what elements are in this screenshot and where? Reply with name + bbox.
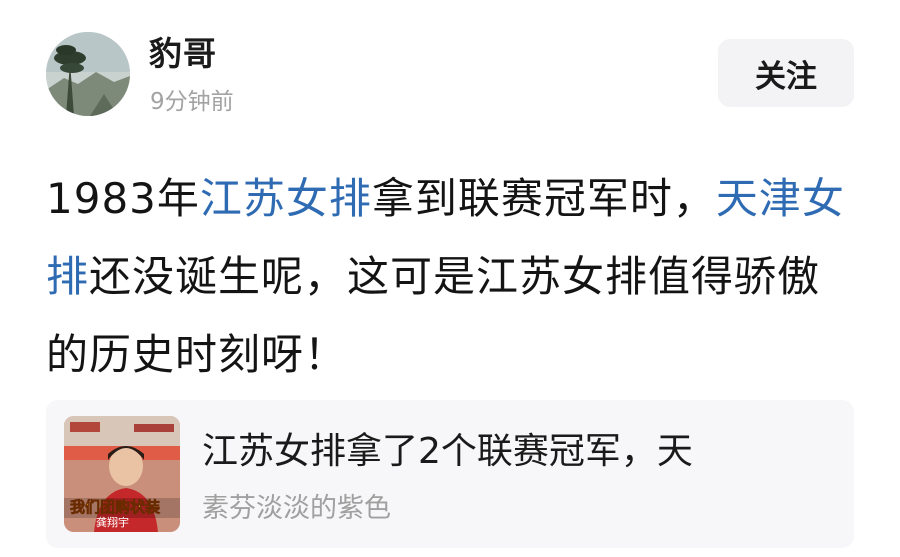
author-avatar[interactable] bbox=[46, 32, 130, 116]
post-text-segment: 还没诞生呢，这可是江苏女排值得骄傲的历史时刻呀！ bbox=[46, 252, 821, 379]
avatar-image bbox=[46, 32, 130, 116]
post-text-segment: 1983年 bbox=[46, 174, 200, 223]
post-text-segment: 拿到联赛冠军时， bbox=[371, 174, 716, 223]
author-name[interactable]: 豹哥 bbox=[149, 34, 217, 74]
post-timestamp: 9分钟前 bbox=[150, 89, 234, 115]
post-body: 1983年江苏女排拿到联赛冠军时，天津女排还没诞生呢，这可是江苏女排值得骄傲的历… bbox=[46, 160, 846, 394]
follow-button[interactable]: 关注 bbox=[718, 39, 854, 107]
shared-post-author: 素芬淡淡的紫色 bbox=[202, 493, 391, 524]
title-fade-overlay bbox=[784, 420, 854, 484]
topic-link-jiangsu-volleyball[interactable]: 江苏女排 bbox=[200, 174, 372, 223]
shared-post-thumbnail: 我们团购状装 龚翔宇 bbox=[64, 416, 180, 532]
shared-post-title: 江苏女排拿了2个联赛冠军，天 bbox=[202, 431, 693, 472]
shared-post-card[interactable]: 我们团购状装 龚翔宇 江苏女排拿了2个联赛冠军，天 素芬淡淡的紫色 bbox=[46, 400, 854, 548]
thumbnail-caption-2: 龚翔宇 bbox=[96, 516, 129, 529]
